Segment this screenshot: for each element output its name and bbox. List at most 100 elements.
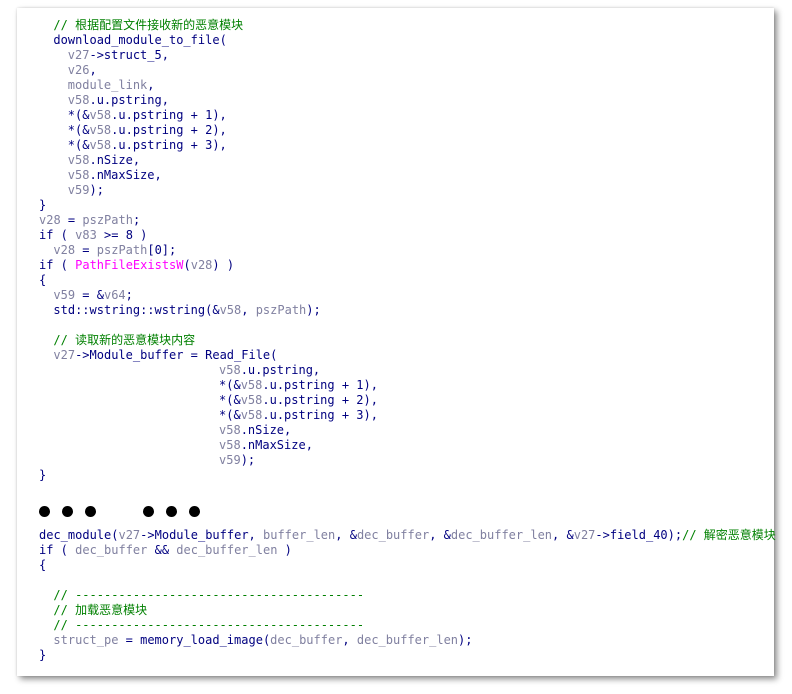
code-line: v59); xyxy=(68,183,104,198)
code-line: v27->struct_5, xyxy=(68,48,169,63)
code-line: v28 = pszPath; xyxy=(39,213,140,228)
code-line: if ( dec_buffer && dec_buffer_len ) xyxy=(39,543,292,558)
code-token: , & xyxy=(335,528,357,542)
code-token: { xyxy=(39,558,47,572)
code-token: v59 xyxy=(53,288,76,302)
code-token: .nMaxSize, xyxy=(240,438,313,452)
code-line: // 根据配置文件接收新的恶意模块 xyxy=(53,18,243,33)
code-token: .u.pstring, xyxy=(89,93,169,107)
code-token: , xyxy=(342,633,357,647)
code-token: v59 xyxy=(67,183,90,197)
code-token: v27 xyxy=(118,528,141,542)
ellipsis-dot xyxy=(189,506,200,517)
code-token: .u.pstring + 1), xyxy=(111,108,227,122)
code-token: = & xyxy=(75,288,104,302)
code-token: pszPath xyxy=(255,303,307,317)
code-token: { xyxy=(39,273,47,287)
code-token: v28 xyxy=(39,213,61,227)
code-line: if ( PathFileExistsW(v28) ) xyxy=(39,258,234,273)
code-token: ; xyxy=(125,288,133,302)
code-token: .u.pstring + 2), xyxy=(262,393,378,407)
code-token: } xyxy=(39,198,47,212)
code-token: .u.pstring + 2), xyxy=(111,123,227,137)
code-token: , xyxy=(147,78,155,92)
code-token: && xyxy=(147,543,177,557)
code-line: if ( v83 >= 8 ) xyxy=(39,228,147,243)
code-line: dec_module(v27->Module_buffer, buffer_le… xyxy=(39,528,776,543)
code-token: v58 xyxy=(67,153,90,167)
code-token: v26 xyxy=(67,63,90,77)
code-line: v58.nMaxSize, xyxy=(219,438,313,453)
code-line: v58.nMaxSize, xyxy=(68,168,162,183)
code-screenshot-frame: // 根据配置文件接收新的恶意模块 download_module_to_file… xyxy=(17,8,776,676)
code-line: // 读取新的恶意模块内容 xyxy=(53,333,195,348)
code-token: ); xyxy=(458,633,473,647)
code-token: ); xyxy=(89,183,104,197)
code-token: dec_buffer xyxy=(356,528,430,542)
code-line: v58.nSize, xyxy=(68,153,140,168)
code-token: .u.pstring + 1), xyxy=(262,378,378,392)
code-token: v58 xyxy=(89,123,112,137)
code-line: { xyxy=(39,273,46,288)
code-token: *(& xyxy=(67,138,90,152)
code-token: download_module_to_file xyxy=(53,33,220,47)
code-token: if ( xyxy=(39,543,76,557)
code-token: v58 xyxy=(67,168,90,182)
code-token: *(& xyxy=(67,108,90,122)
code-line: *(&v58.u.pstring + 2), xyxy=(219,393,378,408)
code-token: v58 xyxy=(240,393,263,407)
code-token: pszPath xyxy=(82,213,133,227)
code-token: dec_buffer_len xyxy=(450,528,553,542)
decompiled-code-view: // 根据配置文件接收新的恶意模块 download_module_to_file… xyxy=(17,8,776,676)
code-token: v58 xyxy=(219,303,242,317)
code-token: // -------------------------------------… xyxy=(53,588,365,602)
code-token: dec_buffer_len xyxy=(176,543,278,557)
code-token: , xyxy=(89,63,97,77)
code-line: v59 = &v64; xyxy=(53,288,133,303)
code-token: .nSize, xyxy=(89,153,141,167)
code-token: v58 xyxy=(240,408,263,422)
code-token: ( xyxy=(183,258,191,272)
code-token: if ( xyxy=(39,258,76,272)
code-token: ); xyxy=(240,453,256,467)
code-token: = xyxy=(75,243,97,257)
code-token: v58 xyxy=(219,363,241,377)
code-token: // 加载恶意模块 xyxy=(53,603,148,617)
code-line: struct_pe = memory_load_image(dec_buffer… xyxy=(53,633,472,648)
code-token: buffer_len xyxy=(263,528,336,542)
code-token: v58 xyxy=(89,138,112,152)
code-token: module_link xyxy=(67,78,148,92)
code-token: v28 xyxy=(190,258,213,272)
code-line: *(&v58.u.pstring + 3), xyxy=(219,408,378,423)
code-line: // -------------------------------------… xyxy=(53,618,364,633)
code-token: , & xyxy=(429,528,451,542)
code-line: *(&v58.u.pstring + 2), xyxy=(68,123,227,138)
code-token: // 根据配置文件接收新的恶意模块 xyxy=(53,18,244,32)
code-line: download_module_to_file( xyxy=(53,33,226,48)
ellipsis-dot xyxy=(39,506,50,517)
code-token: ->Module_buffer = Read_File( xyxy=(75,348,278,362)
code-line: v58.u.pstring, xyxy=(219,363,320,378)
code-line: module_link, xyxy=(68,78,155,93)
code-token: = xyxy=(118,633,141,647)
code-token: ->Module_buffer, xyxy=(140,528,263,542)
code-token: struct_pe xyxy=(53,633,119,647)
code-token: memory_load_image xyxy=(140,633,263,647)
code-token: v58 xyxy=(240,378,263,392)
code-token: v59 xyxy=(219,453,241,467)
code-line: *(&v58.u.pstring + 1), xyxy=(68,108,227,123)
code-token: [0]; xyxy=(147,243,177,257)
code-line: } xyxy=(39,198,46,213)
code-token: v27 xyxy=(53,348,76,362)
code-token: .u.pstring, xyxy=(240,363,321,377)
code-token: ; xyxy=(132,213,141,227)
ellipsis-dot xyxy=(166,506,177,517)
code-token: v58 xyxy=(219,438,241,452)
code-token: dec_buffer xyxy=(75,543,148,557)
code-token: PathFileExistsW xyxy=(75,258,184,272)
code-line: v58.u.pstring, xyxy=(68,93,169,108)
code-line: v26, xyxy=(68,63,97,78)
code-line: v28 = pszPath[0]; xyxy=(53,243,176,258)
code-token: ->struct_5, xyxy=(89,48,169,62)
code-token: dec_module xyxy=(39,528,112,542)
